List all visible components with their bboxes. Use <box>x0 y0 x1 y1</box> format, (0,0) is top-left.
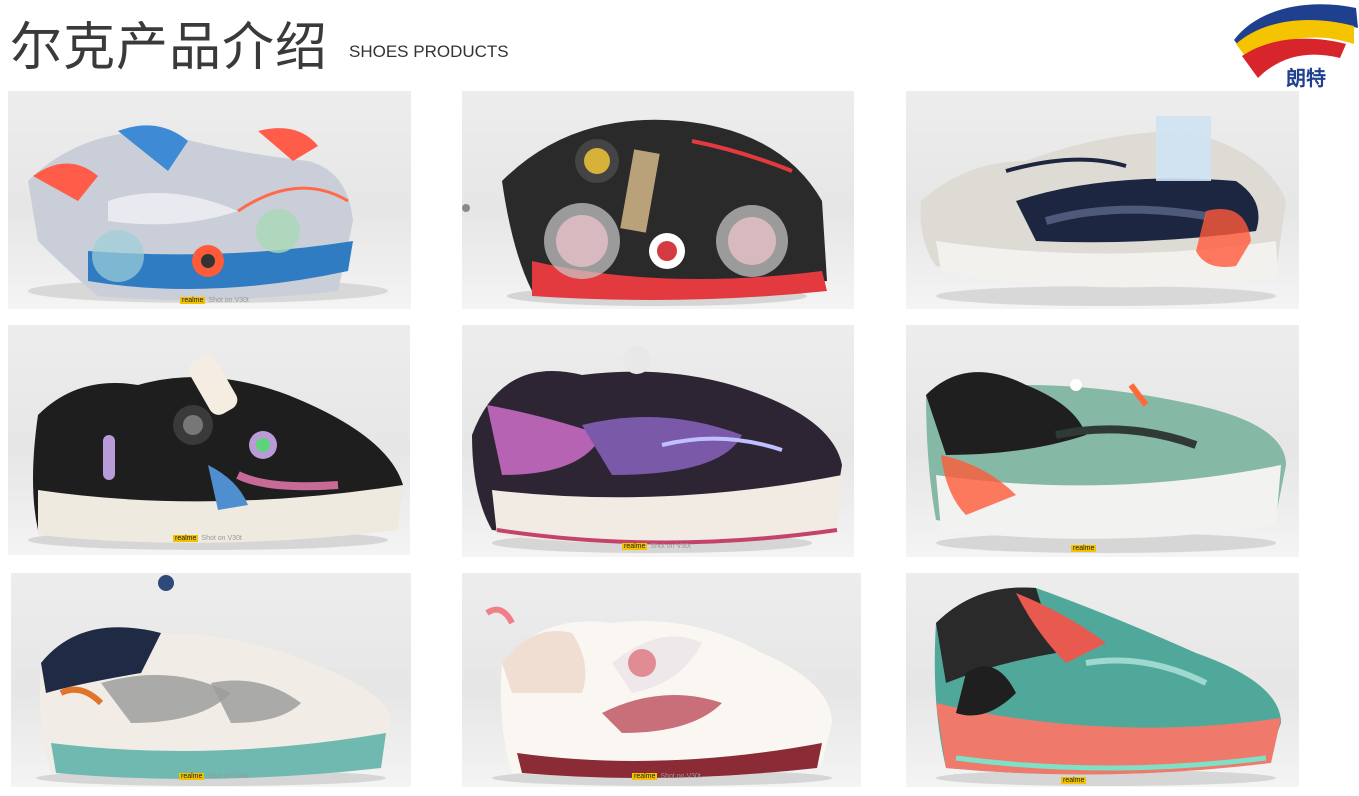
watermark-brand: realme <box>173 535 199 542</box>
watermark-brand: realme <box>180 297 206 304</box>
page-subtitle: SHOES PRODUCTS <box>349 42 509 61</box>
watermark-brand: realme <box>179 773 205 780</box>
shoe-mint-black-running-image <box>926 372 1286 553</box>
product-image-2[interactable] <box>462 91 854 309</box>
shoe-white-grey-dial-image <box>36 575 391 786</box>
shoe-white-pink-xtep-image <box>485 606 832 786</box>
watermark-text: Shot on V30t <box>208 297 249 304</box>
watermark-brand: realme <box>1061 777 1087 784</box>
watermark-brand: realme <box>622 543 648 550</box>
carousel-dot[interactable] <box>462 204 470 212</box>
product-image-4[interactable]: realme Shot on V30t <box>8 325 410 555</box>
product-image-1[interactable]: realme Shot on V30t <box>8 91 411 309</box>
watermark-text: Shot on V30t <box>660 773 701 780</box>
watermark-text: Shot on V30t <box>650 543 691 550</box>
shoe-purple-pink-dial-image <box>472 346 842 553</box>
product-image-9[interactable]: realme <box>906 573 1299 787</box>
product-image-6[interactable]: realme <box>906 325 1299 557</box>
watermark-brand: realme <box>632 773 658 780</box>
shoe-coral-teal-basketball-image <box>934 587 1281 786</box>
shoe-black-red-light-image <box>502 119 827 306</box>
shoe-grey-blue-kids-image <box>28 125 388 303</box>
shoe-black-cream-dial-image <box>28 355 403 550</box>
product-image-5[interactable]: realme Shot on V30t <box>462 325 854 557</box>
watermark-text: Shot on V30t <box>201 535 242 542</box>
logo-text: 朗特 <box>1286 66 1326 90</box>
product-image-7[interactable]: realme Shot on V30t <box>11 573 411 787</box>
page-title: 尔克产品介绍 <box>10 18 329 78</box>
product-image-3[interactable] <box>906 91 1299 309</box>
shoe-beige-navy-running-image <box>920 116 1286 306</box>
product-image-8[interactable]: realme Shot on V30t <box>462 573 861 787</box>
watermark-text: Shot on V30t <box>207 773 248 780</box>
watermark-brand: realme <box>1071 545 1097 552</box>
